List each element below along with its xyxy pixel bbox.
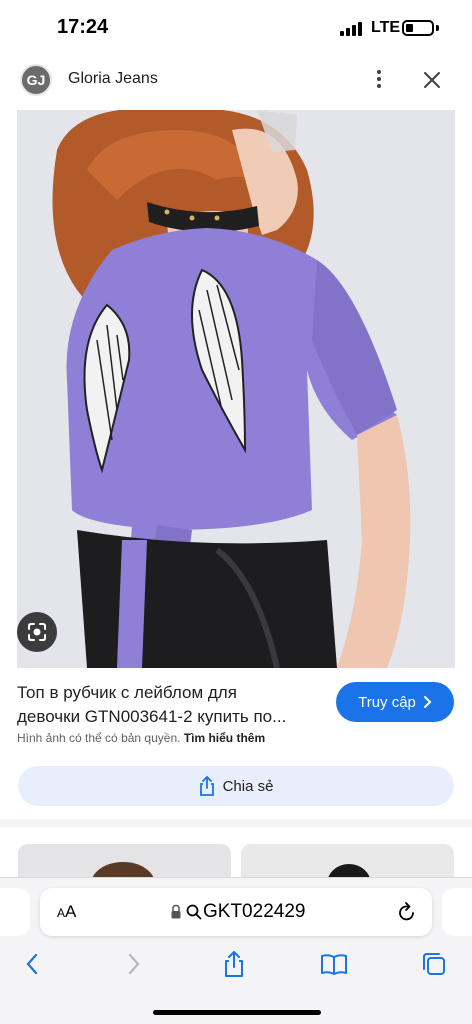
network-type: LTE <box>371 19 401 36</box>
address-bar[interactable]: AA GKT022429 <box>40 888 432 936</box>
share-button[interactable]: Chia sẻ <box>18 766 454 806</box>
status-time: 17:24 <box>57 16 109 38</box>
result-title-line2: девочки GTN003641-2 купить по... <box>17 707 287 726</box>
chevron-left-icon <box>26 953 38 975</box>
learn-more-link[interactable]: Tìm hiểu thêm <box>184 731 265 745</box>
close-icon[interactable] <box>420 68 444 92</box>
lock-icon <box>171 904 181 919</box>
google-lens-button[interactable] <box>17 612 57 652</box>
share-page-button[interactable] <box>220 950 248 978</box>
browser-toolbar: AA GKT022429 <box>0 877 472 1024</box>
copyright-text: Hình ảnh có thể có bản quyền. <box>17 731 181 745</box>
book-icon <box>321 954 347 975</box>
site-name[interactable]: Gloria Jeans <box>68 70 158 88</box>
battery-icon <box>402 20 434 36</box>
result-title[interactable]: Топ в рубчик с лейблом для девочки GTN00… <box>17 681 322 729</box>
sheet-header: GJ Gloria Jeans <box>0 56 472 110</box>
result-title-line1: Топ в рубчик с лейблом для <box>17 683 237 702</box>
visit-button[interactable]: Truy cập <box>336 682 454 722</box>
tabs-icon <box>423 953 445 975</box>
chevron-right-icon <box>128 953 140 975</box>
chevron-right-icon <box>423 696 432 708</box>
product-image[interactable] <box>17 110 455 668</box>
visit-label: Truy cập <box>358 693 416 711</box>
cellular-signal-icon <box>340 22 364 36</box>
reload-icon[interactable] <box>397 901 417 923</box>
text-size-button[interactable]: AA <box>57 902 76 922</box>
more-options-icon[interactable] <box>371 68 387 92</box>
bookmarks-button[interactable] <box>320 950 348 978</box>
site-logo[interactable]: GJ <box>20 64 52 96</box>
copyright-notice: Hình ảnh có thể có bản quyền. Tìm hiểu t… <box>17 731 265 745</box>
status-bar: 17:24 LTE <box>0 0 472 56</box>
battery-cap <box>436 25 439 31</box>
tabs-button[interactable] <box>420 950 448 978</box>
search-icon <box>186 904 202 920</box>
url-text[interactable]: GKT022429 <box>203 901 305 923</box>
section-divider <box>0 819 472 827</box>
forward-button[interactable] <box>120 950 148 978</box>
back-button[interactable] <box>18 950 46 978</box>
next-tab-pill[interactable] <box>442 888 472 936</box>
home-indicator <box>153 1010 321 1015</box>
share-icon <box>199 776 214 796</box>
share-label: Chia sẻ <box>222 777 274 795</box>
share-icon <box>225 951 243 977</box>
previous-tab-pill[interactable] <box>0 888 30 936</box>
lens-icon <box>28 623 46 641</box>
